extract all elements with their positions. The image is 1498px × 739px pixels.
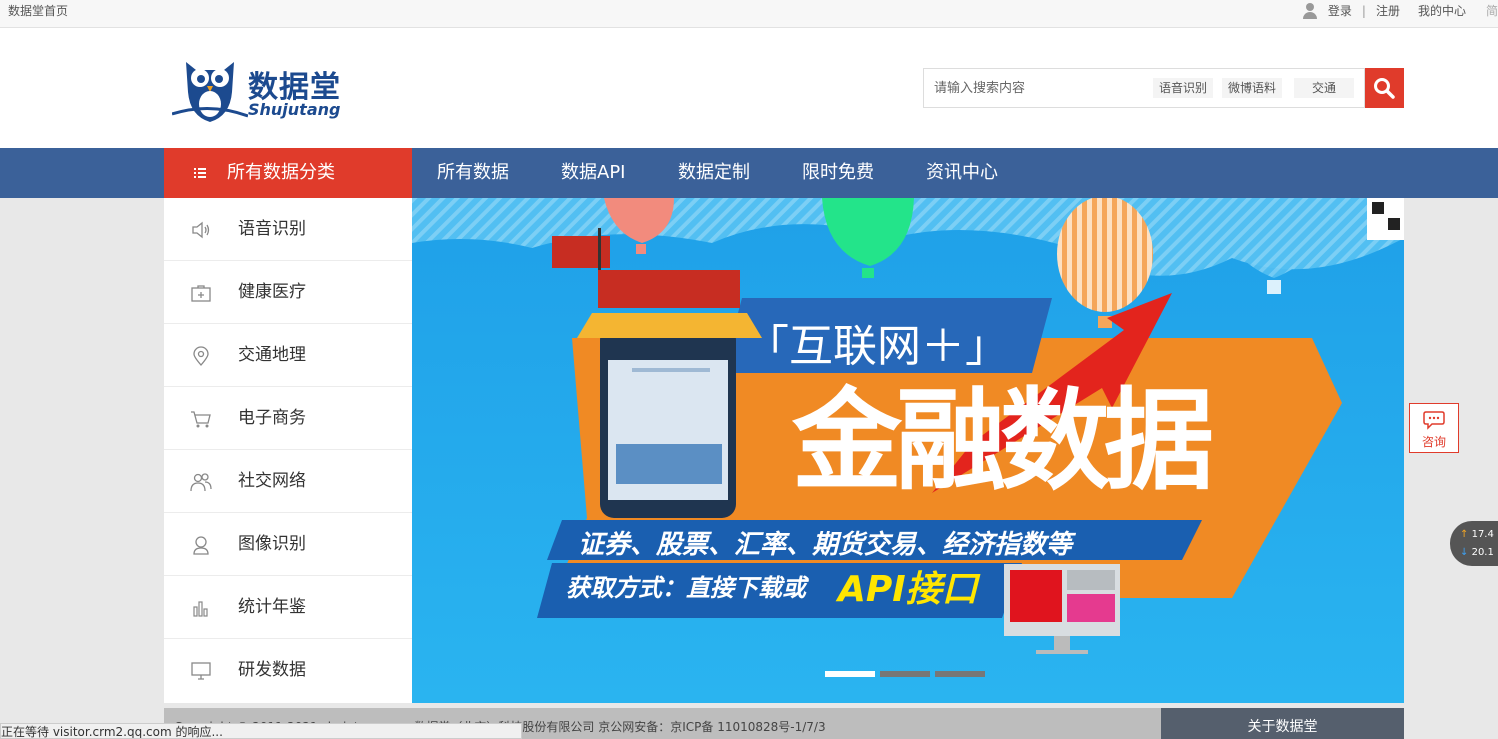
sidebar-item-statistics[interactable]: 统计年鉴 — [164, 576, 412, 639]
carousel-dot[interactable] — [935, 671, 985, 677]
divider: | — [1361, 3, 1366, 18]
medical-kit-icon — [191, 285, 211, 302]
language-link[interactable]: 简 — [1486, 2, 1498, 19]
hot-tag[interactable]: 交通 — [1294, 78, 1354, 98]
sidebar-item-image[interactable]: 图像识别 — [164, 513, 412, 576]
location-pin-icon — [193, 346, 209, 366]
carousel-dot[interactable] — [825, 671, 875, 677]
speaker-icon — [192, 221, 210, 239]
hot-tag[interactable]: 微博语料 — [1222, 78, 1283, 98]
top-bar-right: 登录 | 注册 我的中心 简 — [1292, 2, 1498, 19]
nav-data-api[interactable]: 数据API — [561, 148, 625, 198]
nav-all-data[interactable]: 所有数据 — [437, 148, 509, 198]
sidebar-item-social[interactable]: 社交网络 — [164, 450, 412, 513]
sidebar-item-label: 交通地理 — [238, 345, 306, 365]
login-link[interactable]: 登录 — [1328, 2, 1352, 19]
bar-chart-icon — [193, 601, 208, 617]
search-button[interactable] — [1365, 68, 1404, 108]
about-link[interactable]: 关于数据堂 — [1161, 708, 1404, 739]
banner-headline-2: 金融数据 — [792, 377, 1214, 505]
shopping-cart-icon — [191, 411, 211, 428]
browser-status-bar: 正在等待 visitor.crm2.qq.com 的响应... — [0, 723, 522, 739]
sidebar-item-speech[interactable]: 语音识别 — [164, 198, 412, 261]
sidebar-item-label: 语音识别 — [238, 219, 306, 239]
carousel-indicators — [825, 671, 990, 677]
upload-speed: ↑ 17.4 — [1460, 529, 1494, 540]
user-icon — [1302, 2, 1318, 19]
register-link[interactable]: 注册 — [1376, 2, 1400, 19]
sidebar-item-label: 研发数据 — [238, 660, 306, 680]
chat-bubble-icon — [1423, 411, 1445, 430]
my-center-link[interactable]: 我的中心 — [1418, 2, 1466, 19]
banner-line-1: 证券、股票、汇率、期货交易、经济指数等 — [578, 530, 1073, 560]
hero-banner[interactable]: 「互联网＋」 金融数据 证券、股票、汇率、期货交易、经济指数等 获取方式：直接下… — [412, 198, 1404, 703]
sidebar-item-label: 图像识别 — [238, 534, 306, 554]
sidebar-item-label: 统计年鉴 — [238, 597, 306, 617]
consult-label: 咨询 — [1421, 435, 1446, 449]
sidebar-item-label: 电子商务 — [238, 408, 306, 428]
top-bar: 数据堂首页 登录 | 注册 我的中心 简 — [0, 0, 1498, 28]
carousel-dot[interactable] — [880, 671, 930, 677]
owl-logo-icon — [172, 62, 248, 122]
sidebar-item-rnd[interactable]: 研发数据 — [164, 639, 412, 702]
arrow-up-icon: ↑ — [1460, 529, 1469, 540]
search-input[interactable] — [924, 69, 1144, 107]
banner-line-2-prefix: 获取方式：直接下载或 — [566, 574, 806, 602]
download-speed-value: 20.1 — [1471, 547, 1494, 558]
home-link[interactable]: 数据堂首页 — [8, 2, 68, 19]
logo[interactable]: 数据堂 Shujutang — [172, 52, 352, 124]
menu-icon — [194, 168, 206, 178]
sidebar-item-label: 社交网络 — [238, 471, 306, 491]
face-icon — [193, 536, 209, 555]
sidebar-item-label: 健康医疗 — [238, 282, 306, 302]
sidebar-item-health[interactable]: 健康医疗 — [164, 261, 412, 324]
download-speed: ↓ 20.1 — [1460, 547, 1494, 558]
arrow-down-icon: ↓ — [1460, 547, 1469, 558]
hot-tag[interactable]: 语音识别 — [1153, 78, 1214, 98]
people-icon — [190, 473, 212, 492]
banner-headline-1: 「互联网＋」 — [745, 321, 1009, 372]
nav-free[interactable]: 限时免费 — [802, 148, 874, 198]
nav-news[interactable]: 资讯中心 — [926, 148, 998, 198]
monitor-icon — [191, 662, 211, 680]
main-nav: 所有数据分类 所有数据 数据API 数据定制 限时免费 资讯中心 — [0, 148, 1498, 198]
logo-name-en: Shujutang — [248, 100, 341, 119]
consult-button[interactable]: 咨询 — [1409, 403, 1459, 453]
all-categories-label: 所有数据分类 — [227, 162, 335, 183]
upload-speed-value: 17.4 — [1471, 529, 1494, 540]
sidebar-item-traffic[interactable]: 交通地理 — [164, 324, 412, 387]
all-categories-button[interactable]: 所有数据分类 — [164, 148, 412, 198]
search-box: 语音识别 微博语料 交通 — [923, 68, 1365, 108]
network-speed-widget[interactable]: ↑ 17.4 ↓ 20.1 — [1450, 521, 1498, 566]
sidebar-item-ecommerce[interactable]: 电子商务 — [164, 387, 412, 450]
nav-data-custom[interactable]: 数据定制 — [678, 148, 750, 198]
category-sidebar: 语音识别 健康医疗 交通地理 电子商务 社交网络 图像识别 统计年鉴 研发数据 — [164, 198, 412, 703]
banner-line-2-highlight: API接口 — [838, 569, 978, 610]
search-icon — [1374, 78, 1395, 99]
header: 数据堂 Shujutang 语音识别 微博语料 交通 — [0, 28, 1498, 148]
